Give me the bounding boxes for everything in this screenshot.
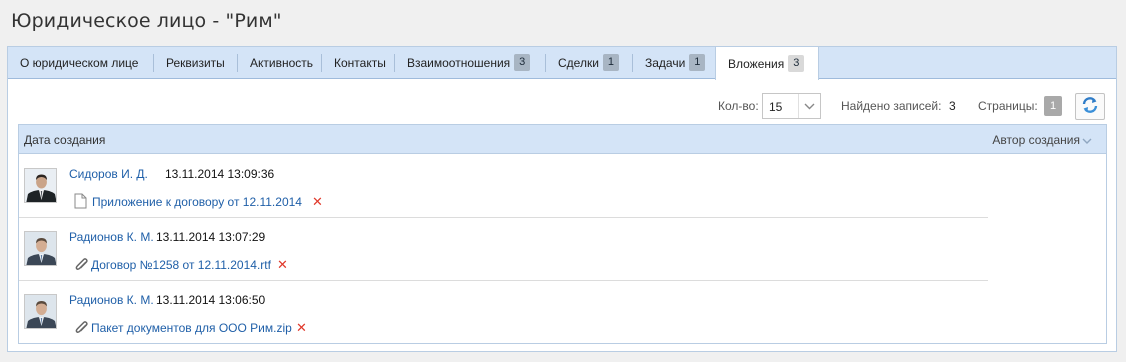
main-panel: О юридическом лице Реквизиты Активность … [7,46,1117,352]
tab-about[interactable]: О юридическом лице [8,47,154,78]
tab-label: О юридическом лице [20,55,139,70]
tab-label: Вложения [728,56,785,71]
list-item: Сидоров И. Д. 13.11.2014 13:09:36 Прилож… [19,155,988,218]
page-number[interactable]: 1 [1044,96,1062,116]
paperclip-icon [75,257,89,275]
tab-count-badge: 3 [788,55,805,72]
author-link[interactable]: Радионов К. М. [69,293,154,307]
qty-label: Кол-во: [718,99,759,113]
tab-tasks[interactable]: Задачи 1 [633,47,715,78]
tab-label: Контакты [334,55,386,70]
tab-label: Реквизиты [166,55,225,70]
delete-icon[interactable]: ✕ [312,195,323,209]
author-link[interactable]: Радионов К. М. [69,230,154,244]
tab-count-badge: 3 [514,54,531,71]
refresh-icon [1081,96,1099,117]
found-count: 3 [949,99,956,113]
sort-created-author[interactable]: Автор создания [992,133,1080,147]
grid-header: Дата создания Автор создания [19,125,1106,154]
qty-value: 15 [769,100,783,114]
created-datetime: 13.11.2014 13:07:29 [156,230,266,244]
document-icon [74,193,87,212]
author-link[interactable]: Сидоров И. Д. [69,167,148,181]
chevron-down-icon[interactable] [1082,134,1092,148]
list-item: Радионов К. М. 13.11.2014 13:07:29 Догов… [19,218,988,281]
attachments-grid: Дата создания Автор создания Сидоров И. … [18,124,1107,344]
paperclip-icon [75,320,89,338]
created-datetime: 13.11.2014 13:06:50 [156,293,266,307]
tab-label: Сделки [558,55,599,70]
avatar [24,231,57,266]
list-item: Радионов К. М. 13.11.2014 13:06:50 Пакет… [19,281,988,344]
tab-label: Активность [250,55,314,70]
tab-label: Задачи [645,55,686,70]
refresh-button[interactable] [1075,93,1105,120]
created-datetime: 13.11.2014 13:09:36 [165,167,275,181]
pages-label: Страницы: [978,99,1038,113]
tab-deals[interactable]: Сделки 1 [546,47,633,78]
chevron-down-icon [798,94,820,118]
tab-bar: О юридическом лице Реквизиты Активность … [8,47,1116,80]
tab-activity[interactable]: Активность [238,47,322,78]
sort-created-date[interactable]: Дата создания [24,133,105,147]
file-link[interactable]: Пакет документов для ООО Рим.zip [91,321,292,335]
tab-requisites[interactable]: Реквизиты [154,47,238,78]
tab-label: Взаимоотношения [407,55,511,70]
found-label: Найдено записей: [841,99,942,113]
tab-count-badge: 1 [602,54,620,71]
page-title: Юридическое лицо - "Рим" [11,10,282,32]
delete-icon[interactable]: ✕ [277,258,288,272]
file-link[interactable]: Договор №1258 от 12.11.2014.rtf [91,258,271,272]
delete-icon[interactable]: ✕ [296,321,307,335]
tab-relations[interactable]: Взаимоотношения 3 [395,47,546,78]
tab-count-badge: 1 [689,54,706,71]
qty-select[interactable]: 15 [762,93,821,119]
avatar [24,168,57,203]
avatar [24,294,57,329]
tab-contacts[interactable]: Контакты [322,47,395,78]
tab-attachments[interactable]: Вложения 3 [715,47,819,80]
file-link[interactable]: Приложение к договору от 12.11.2014 [92,195,302,209]
